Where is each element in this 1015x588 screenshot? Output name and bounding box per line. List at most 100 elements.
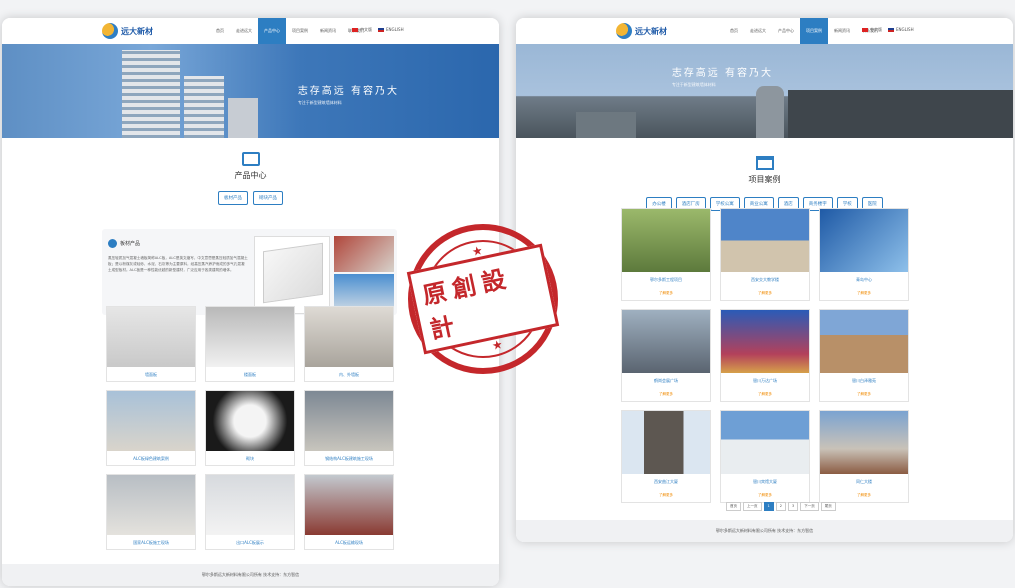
product-card[interactable]: 出口ALC板展示 (205, 474, 295, 550)
page-prev[interactable]: 上一页 (743, 502, 762, 511)
page-first[interactable]: 首页 (726, 502, 741, 511)
more-link[interactable]: 了解更多 (622, 493, 710, 498)
lang-chinese[interactable]: 中文版 (352, 27, 372, 33)
product-thumbnail (305, 475, 393, 535)
product-icon (108, 239, 117, 248)
case-card[interactable]: 西安曲江大厦 了解更多 (621, 410, 711, 503)
nav-item-news[interactable]: 新闻资讯 (828, 18, 856, 44)
page-number[interactable]: 1 (763, 502, 774, 511)
case-card[interactable]: 银川白泽雅苑 了解更多 (819, 309, 909, 402)
nav-item-products[interactable]: 产品中心 (258, 18, 286, 44)
more-link[interactable]: 了解更多 (721, 493, 809, 498)
product-thumbnail (206, 475, 294, 535)
page-number[interactable]: 2 (775, 502, 786, 511)
more-link[interactable]: 了解更多 (820, 392, 908, 397)
product-thumbnail (107, 475, 195, 535)
tab-blocks[interactable]: 砌块产品 (253, 191, 283, 205)
page-last[interactable]: 尾页 (820, 502, 836, 511)
building-icon (755, 156, 774, 170)
lang-english[interactable]: ENGLISH (888, 27, 914, 33)
lang-chinese[interactable]: 中文版 (862, 27, 882, 33)
page-number[interactable]: 3 (787, 502, 799, 511)
product-card[interactable]: ALC板绿色建筑案例 (106, 390, 196, 466)
case-thumbnail (622, 209, 710, 272)
case-grid: 鄂尔多斯工程项目了解更多 西安交大教学楼 了解更多 青岛中心了解更多 鹤岗会展广场… (621, 208, 909, 503)
nav-item-cases[interactable]: 项目案例 (800, 18, 828, 44)
product-card[interactable]: 内、外墙板 (304, 306, 394, 382)
nav-item-about[interactable]: 走进远大 (744, 18, 772, 44)
more-link[interactable]: 了解更多 (820, 291, 908, 296)
case-card[interactable]: 同仁大楼 了解更多 (819, 410, 909, 503)
banner-slogan: 志存高远 有容乃大 专注于新型建筑墙体材料 (672, 64, 773, 88)
product-card[interactable]: 国家ALC板施工现场 (106, 474, 196, 550)
tab-boards[interactable]: 板材产品 (218, 191, 248, 205)
case-card[interactable]: 西安交大教学楼 了解更多 (720, 208, 810, 301)
hero-banner: 志存高远 有容乃大 专注于新型建筑墙体材料 (2, 44, 499, 138)
product-thumbnail (107, 307, 195, 367)
slogan-main: 志存高远 有容乃大 (671, 68, 773, 79)
logo-icon (616, 23, 632, 39)
product-thumbnail (206, 391, 294, 451)
product-caption: 楼面板 (244, 372, 256, 377)
top-nav: 远大新材 首页 走进远大 产品中心 项目案例 新闻资讯 联系我们 中文版 ENG… (516, 18, 1013, 44)
section-title: 产品中心 (234, 171, 267, 180)
product-card[interactable]: 砌块 (205, 390, 295, 466)
hero-banner: 志存高远 有容乃大 专注于新型建筑墙体材料 (516, 44, 1013, 138)
case-card[interactable]: 鄂尔多斯工程项目了解更多 (621, 208, 711, 301)
product-card[interactable]: 墙面板 (106, 306, 196, 382)
nav-item-about[interactable]: 走进远大 (230, 18, 258, 44)
nav-item-products[interactable]: 产品中心 (772, 18, 800, 44)
case-caption: 鹤岗会展广场 (654, 378, 678, 383)
more-link[interactable]: 了解更多 (622, 392, 710, 397)
case-thumbnail (721, 209, 809, 272)
more-link[interactable]: 了解更多 (721, 392, 809, 397)
slogan-main: 志存高远 有容乃大 (297, 86, 399, 97)
site-logo[interactable]: 远大新材 (102, 23, 153, 39)
nav-item-home[interactable]: 首页 (724, 18, 744, 44)
banner-building (122, 50, 180, 138)
top-nav: 远大新材 首页 走进远大 产品中心 项目案例 新闻资讯 联系我们 中文版 ENG… (2, 18, 499, 44)
case-caption: 青岛中心 (856, 277, 872, 282)
banner-silo (756, 86, 784, 138)
product-card[interactable]: 钢结构ALC板建筑施工现场 (304, 390, 394, 466)
logo-icon (102, 23, 118, 39)
lang-english[interactable]: ENGLISH (378, 27, 404, 33)
banner-silo (576, 112, 636, 138)
featured-header: 板材产品 (108, 239, 140, 248)
site-logo[interactable]: 远大新材 (616, 23, 667, 39)
more-link[interactable]: 了解更多 (622, 291, 710, 296)
case-card[interactable]: 银川万达广场了解更多 (720, 309, 810, 402)
language-switch: 中文版 ENGLISH (352, 27, 404, 33)
product-thumbnail (107, 391, 195, 451)
banner-building (228, 98, 258, 138)
case-thumbnail (721, 310, 809, 373)
more-link[interactable]: 了解更多 (820, 493, 908, 498)
case-thumbnail (820, 310, 908, 373)
case-thumbnail (721, 411, 809, 474)
page-next[interactable]: 下一页 (800, 502, 819, 511)
banner-building (184, 76, 224, 138)
featured-description: 蒸压轻质加气混凝土墙板简称ALC板，ALC是英文缩写，中文意思是蒸压轻质加气混凝… (108, 256, 248, 273)
logo-text: 远大新材 (121, 26, 153, 36)
banner-factory (788, 90, 1013, 138)
product-caption: 钢结构ALC板建筑施工现场 (325, 456, 373, 461)
product-thumbnail (305, 391, 393, 451)
case-card[interactable]: 鹤岗会展广场了解更多 (621, 309, 711, 402)
featured-title: 板材产品 (120, 241, 141, 247)
case-caption: 银川万达广场 (753, 378, 777, 383)
product-caption: 出口ALC板展示 (236, 540, 264, 545)
nav-item-cases[interactable]: 项目案例 (286, 18, 314, 44)
case-card[interactable]: 银川宾馆大厦了解更多 (720, 410, 810, 503)
nav-item-news[interactable]: 新闻资讯 (314, 18, 342, 44)
product-card[interactable]: ALC板运输现场 (304, 474, 394, 550)
nav-item-home[interactable]: 首页 (210, 18, 230, 44)
product-card[interactable]: 楼面板 (205, 306, 295, 382)
featured-product[interactable]: 板材产品 蒸压轻质加气混凝土墙板简称ALC板，ALC是英文缩写，中文意思是蒸压轻… (102, 229, 397, 315)
logo-text: 远大新材 (635, 26, 667, 36)
case-caption: 鄂尔多斯工程项目 (650, 277, 682, 282)
case-caption: 银川宾馆大厦 (753, 479, 777, 484)
language-switch: 中文版 ENGLISH (862, 27, 914, 33)
case-card[interactable]: 青岛中心 了解更多 (819, 208, 909, 301)
more-link[interactable]: 了解更多 (721, 291, 809, 296)
banner-slogan: 志存高远 有容乃大 专注于新型建筑墙体材料 (298, 82, 399, 106)
